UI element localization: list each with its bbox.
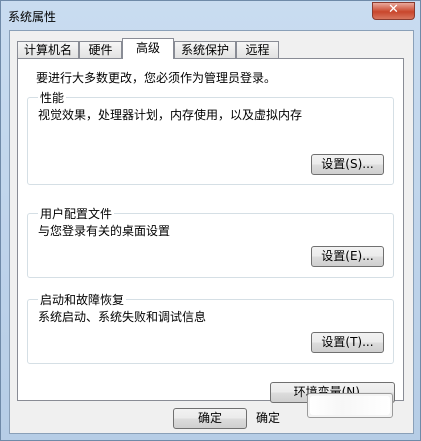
admin-notice: 要进行大多数更改，您必须作为管理员登录。 — [36, 71, 277, 85]
startup-recovery-description: 系统启动、系统失败和调试信息 — [38, 310, 207, 324]
system-properties-window: 系统属性 ✕ 计算机名 硬件 高级 系统保护 远程 要进行大多数更改，您必须作为… — [0, 0, 421, 441]
window-title: 系统属性 — [8, 10, 57, 24]
close-icon: ✕ — [388, 2, 399, 17]
advanced-tab-panel: 要进行大多数更改，您必须作为管理员登录。 性能 视觉效果，处理器计划，内存使用，… — [17, 58, 404, 403]
startup-recovery-settings-button[interactable]: 设置(T)... — [311, 332, 384, 353]
user-profiles-group: 用户配置文件 与您登录有关的桌面设置 设置(E)... — [27, 205, 394, 278]
startup-recovery-group-title: 启动和故障恢复 — [38, 291, 127, 308]
user-profiles-settings-button[interactable]: 设置(E)... — [311, 246, 384, 267]
performance-group-title: 性能 — [38, 89, 67, 106]
performance-settings-button[interactable]: 设置(S)... — [311, 154, 384, 175]
obscured-area — [310, 396, 390, 415]
startup-recovery-group: 启动和故障恢复 系统启动、系统失败和调试信息 设置(T)... — [27, 291, 394, 364]
performance-group: 性能 视觉效果，处理器计划，内存使用，以及虚拟内存 设置(S)... — [27, 89, 394, 185]
user-profiles-group-title: 用户配置文件 — [38, 205, 115, 222]
ok-button-duplicate-label: 确定 — [255, 411, 280, 425]
close-button[interactable]: ✕ — [372, 2, 415, 20]
tab-system-protection[interactable]: 系统保护 — [174, 41, 236, 58]
tab-computer-name[interactable]: 计算机名 — [17, 41, 79, 58]
dialog-client-area: 计算机名 硬件 高级 系统保护 远程 要进行大多数更改，您必须作为管理员登录。 … — [9, 30, 414, 434]
tab-remote[interactable]: 远程 — [236, 41, 279, 58]
user-profiles-description: 与您登录有关的桌面设置 — [38, 224, 171, 238]
title-bar[interactable]: 系统属性 ✕ — [1, 1, 420, 29]
performance-description: 视觉效果，处理器计划，内存使用，以及虚拟内存 — [38, 108, 303, 122]
tab-advanced[interactable]: 高级 — [122, 38, 174, 59]
tab-hardware[interactable]: 硬件 — [79, 41, 122, 58]
